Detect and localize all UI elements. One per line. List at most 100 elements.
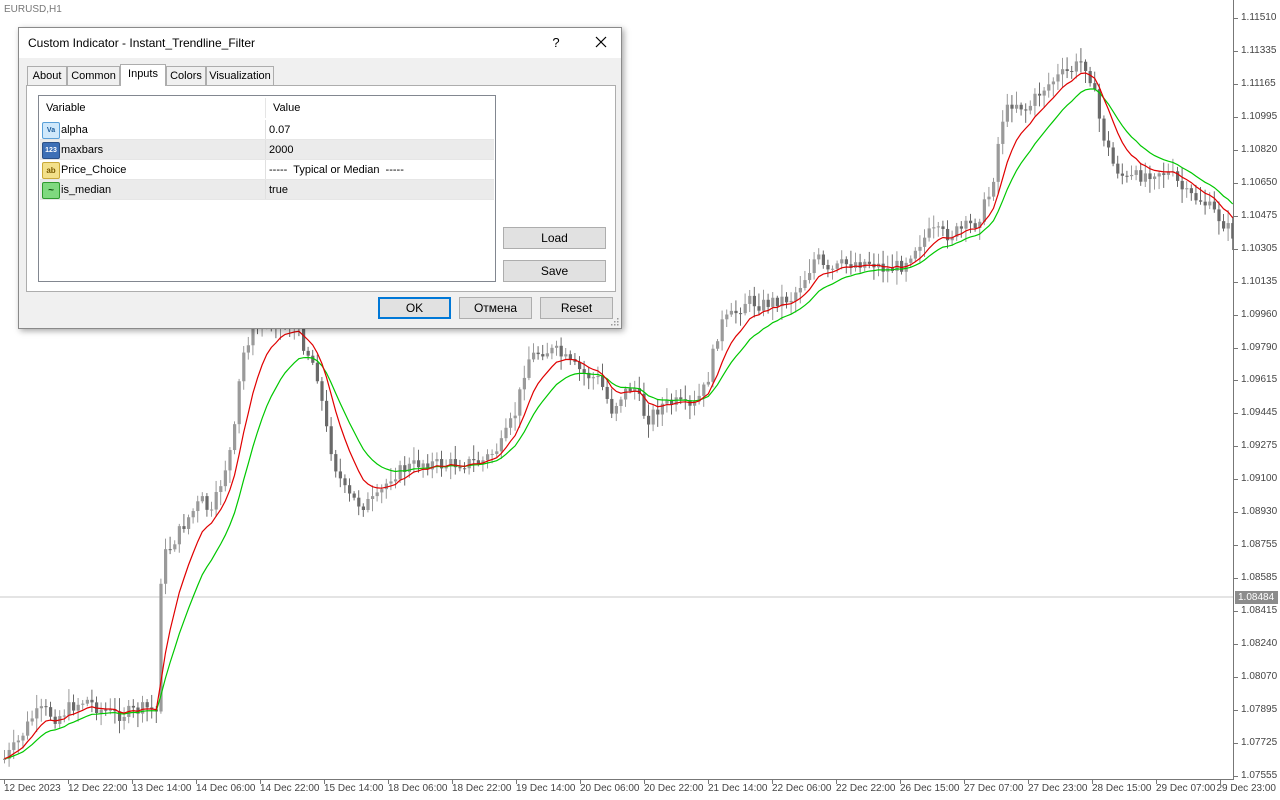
variable-value[interactable]: 2000 [269, 140, 293, 160]
bool-type-icon: ~ [42, 182, 60, 199]
candle [743, 293, 747, 316]
candle [53, 709, 57, 729]
candle [371, 485, 375, 512]
time-axis-label: 12 Dec 2023 [4, 783, 61, 794]
price-axis-tick [1234, 116, 1238, 118]
variable-value[interactable]: 0.07 [269, 120, 290, 140]
price-axis-tick [1234, 611, 1238, 613]
candle [39, 698, 43, 722]
candle [633, 380, 637, 400]
candle [430, 452, 434, 479]
tab-about[interactable]: About [27, 66, 67, 85]
time-axis-label: 29 Dec 07:00 [1156, 783, 1216, 794]
ok-button[interactable]: OK [378, 297, 451, 319]
time-axis-label: 14 Dec 22:00 [260, 783, 320, 794]
tab-visualization[interactable]: Visualization [206, 66, 274, 85]
candle [504, 418, 508, 442]
candle [1074, 53, 1078, 79]
candle [1185, 181, 1189, 198]
load-button[interactable]: Load [503, 227, 606, 249]
dialog-titlebar[interactable]: Custom Indicator - Instant_Trendline_Fil… [19, 28, 621, 58]
candle [1010, 95, 1014, 123]
price-axis-label: 1.09445 [1241, 407, 1278, 419]
price-axis-label: 1.09615 [1241, 374, 1278, 386]
candle [647, 404, 651, 438]
candle [1130, 165, 1134, 180]
candle [1171, 158, 1175, 177]
price-axis-tick [1234, 50, 1238, 52]
candle [854, 252, 858, 272]
candle [26, 711, 30, 740]
candle [895, 251, 899, 285]
candle [527, 346, 531, 381]
header-value[interactable]: Value [266, 96, 495, 120]
candle [1005, 93, 1009, 127]
candle [315, 354, 319, 384]
price-axis-label: 1.09275 [1241, 440, 1278, 452]
candle [237, 378, 241, 434]
tab-common[interactable]: Common [67, 66, 120, 85]
candle [1051, 77, 1055, 97]
price-axis-tick [1234, 775, 1238, 777]
variable-value[interactable]: true [269, 180, 288, 200]
price-axis-label: 1.08755 [1241, 539, 1278, 551]
candle [550, 344, 554, 360]
candle [366, 492, 370, 513]
candle [3, 749, 7, 764]
candle [605, 379, 609, 404]
candle [660, 397, 664, 426]
candle [320, 377, 324, 411]
candle [1153, 173, 1157, 190]
candle [334, 449, 338, 478]
input-row-is-median[interactable]: ~ is_median true [40, 180, 494, 200]
save-button[interactable]: Save [503, 260, 606, 282]
price-axis-label: 1.08070 [1241, 671, 1278, 682]
candle [1024, 103, 1028, 123]
candle [573, 353, 577, 366]
candle [1079, 48, 1083, 73]
candle [775, 295, 779, 312]
column-separator [265, 180, 266, 200]
price-axis-label: 1.08415 [1241, 605, 1278, 617]
variable-value[interactable]: ----- Typical or Median ----- [269, 160, 404, 180]
candle [955, 222, 959, 241]
candle [904, 257, 908, 282]
candle [1047, 72, 1051, 98]
candle [352, 491, 356, 501]
input-row-price-choice[interactable]: ab Price_Choice ----- Typical or Median … [40, 160, 494, 180]
candle [757, 293, 761, 316]
candle [1189, 184, 1193, 201]
candle [1176, 166, 1180, 187]
resize-grip-icon[interactable] [611, 318, 619, 326]
candle [1107, 131, 1111, 157]
candle [1217, 201, 1221, 235]
time-axis[interactable]: 12 Dec 2023 12 Dec 22:00 13 Dec 14:00 14 De… [0, 780, 1280, 800]
candle [440, 450, 444, 477]
input-row-maxbars[interactable]: 123 maxbars 2000 [40, 140, 494, 160]
header-variable[interactable]: Variable [39, 96, 265, 120]
tab-colors[interactable]: Colors [166, 66, 206, 85]
candle [785, 292, 789, 309]
candle [780, 284, 784, 321]
help-button[interactable]: ? [549, 35, 563, 50]
time-axis-label: 26 Dec 15:00 [900, 783, 960, 794]
integer-type-icon: 123 [42, 142, 60, 159]
candle [196, 495, 200, 523]
candle [1111, 142, 1115, 167]
cancel-button[interactable]: Отмена [459, 297, 532, 319]
candle [771, 292, 775, 321]
candle [624, 386, 628, 407]
close-button[interactable] [590, 31, 612, 53]
candle [872, 253, 876, 280]
price-axis[interactable]: 1.11510 1.11335 1.11165 1.10995 1.10820 1.106… [1234, 0, 1280, 781]
column-separator [265, 160, 266, 180]
candle [361, 503, 365, 517]
price-axis-tick [1234, 380, 1238, 382]
candle [435, 452, 439, 474]
double-type-icon: Va [42, 122, 60, 139]
input-row-alpha[interactable]: Va alpha 0.07 [40, 120, 494, 140]
time-axis-label: 19 Dec 14:00 [516, 783, 576, 794]
reset-button[interactable]: Reset [540, 297, 613, 319]
candle [1015, 91, 1019, 113]
tab-inputs[interactable]: Inputs [120, 64, 166, 86]
